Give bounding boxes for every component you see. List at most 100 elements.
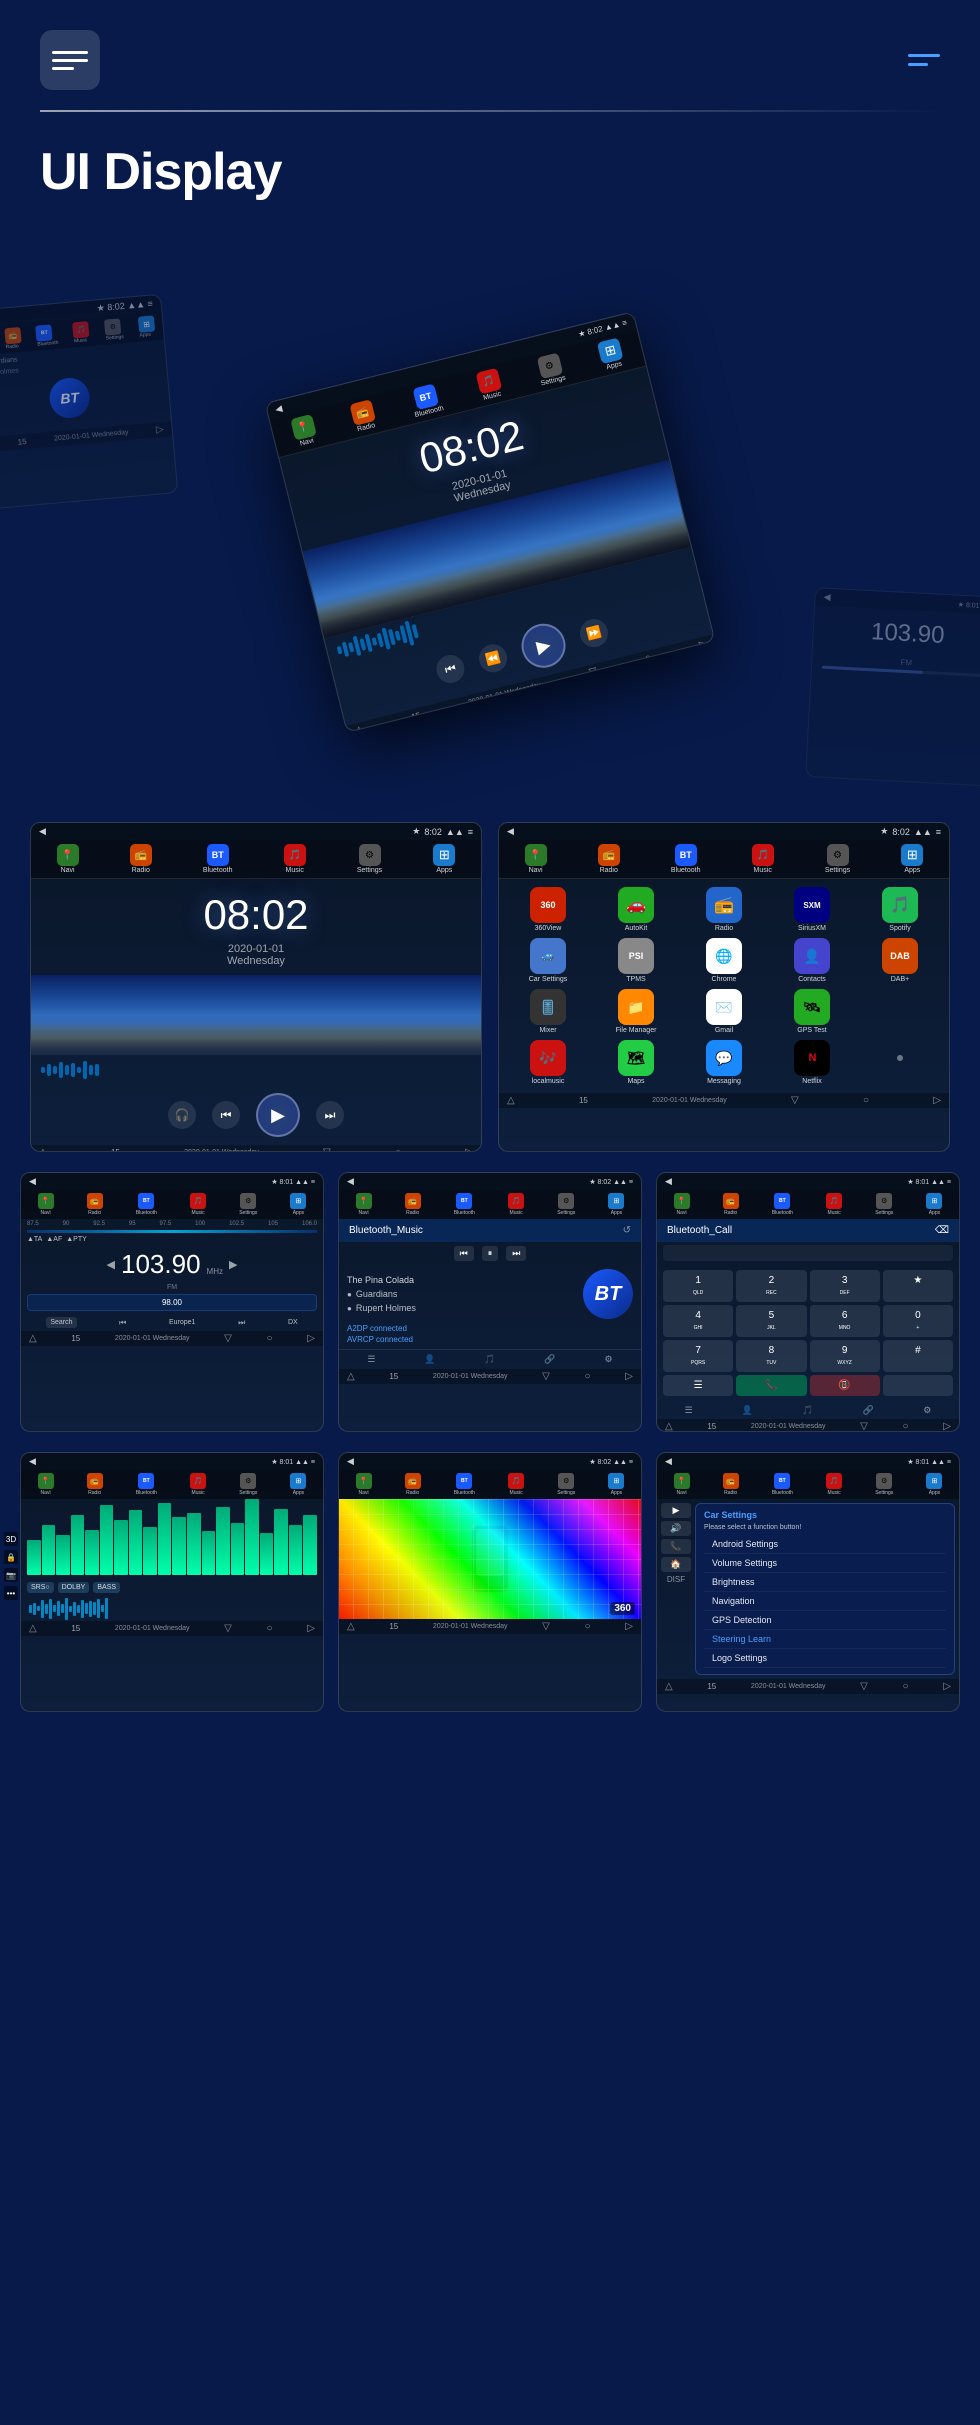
nav-navi-l[interactable]: 📍 Navi	[57, 844, 79, 874]
search-button[interactable]: Search	[46, 1317, 76, 1328]
nav-apps-r[interactable]: ⊞ Apps	[901, 844, 923, 874]
key-3[interactable]: 3DEF	[810, 1270, 880, 1302]
vol-ctrl[interactable]: 🔊	[661, 1521, 691, 1536]
menu-button[interactable]	[40, 30, 100, 90]
app-360view[interactable]: 360 360View	[507, 887, 589, 932]
key-8[interactable]: 8TUV	[736, 1340, 806, 1372]
key-2[interactable]: 2REC	[736, 1270, 806, 1302]
radio-nav[interactable]: 📍Navi 📻Radio BTBluetooth 🎵Music ⚙Setting…	[21, 1190, 323, 1219]
freq-left-arrow[interactable]: ◀	[107, 1258, 115, 1271]
call-input[interactable]	[663, 1245, 953, 1261]
nav-settings[interactable]: ⚙ Settings	[535, 352, 567, 387]
freq-right-arrow[interactable]: ▶	[229, 1258, 237, 1271]
bt-bottom-icons[interactable]: ☰ 👤 🎵 🔗 ⚙	[339, 1349, 641, 1369]
eq-nav[interactable]: 📍Navi 📻Radio BTBluetooth 🎵Music ⚙Setting…	[21, 1470, 323, 1499]
nav-radio-l[interactable]: 📻 Radio	[130, 844, 152, 874]
keypad[interactable]: 1QLD 2REC 3DEF ★ 4GHI 5JKL 6MNO 0+ 7PQRS…	[657, 1264, 959, 1402]
prev-button[interactable]: ⏮	[433, 652, 467, 686]
play-l[interactable]: ▶	[256, 1093, 300, 1137]
nav-bar-apps-right[interactable]: 📍 Navi 📻 Radio BT Bluetooth 🎵 Music ⚙	[499, 840, 949, 879]
phone-ctrl[interactable]: 📞	[661, 1539, 691, 1554]
wave-left	[31, 1055, 481, 1085]
app-chrome[interactable]: 🌐 Chrome	[683, 938, 765, 983]
app-filemanager[interactable]: 📁 File Manager	[595, 989, 677, 1034]
bt-next[interactable]: ⏭	[506, 1246, 526, 1261]
play-ctrl[interactable]: ▶	[661, 1503, 691, 1518]
app-spotify[interactable]: 🎵 Spotify	[859, 887, 941, 932]
nav-music-r[interactable]: 🎵 Music	[752, 844, 774, 874]
app-radio[interactable]: 📻 Radio	[683, 887, 765, 932]
play-button[interactable]: ▶	[517, 619, 570, 672]
app-carsettings[interactable]: 🚙 Car Settings	[507, 938, 589, 983]
bt-prev[interactable]: ⏮	[454, 1246, 474, 1261]
prev-station[interactable]: ⏮	[119, 1318, 126, 1328]
nav-bt-l[interactable]: BT Bluetooth	[203, 844, 233, 874]
app-gmail[interactable]: ✉️ Gmail	[683, 989, 765, 1034]
nav-music[interactable]: 🎵 Music	[475, 368, 504, 402]
setting-steering[interactable]: Steering Learn	[704, 1630, 946, 1649]
prev-l[interactable]: ⏮	[212, 1101, 240, 1129]
bt-play[interactable]: ⏸	[482, 1246, 499, 1261]
contacts-icon[interactable]: ☰	[663, 1375, 733, 1396]
app-contacts[interactable]: 👤 Contacts	[771, 938, 853, 983]
end-call-button[interactable]: 📵	[810, 1375, 880, 1396]
settings-prompt: Please select a function button!	[704, 1524, 946, 1531]
top-right-menu[interactable]	[908, 54, 940, 66]
car-settings-nav[interactable]: 📍Navi 📻Radio BTBluetooth 🎵Music ⚙Setting…	[657, 1470, 959, 1499]
three-col-grid-1: ◀ ★ 8:01 ▲▲ ≡ 📍Navi 📻Radio BTBluetooth 🎵…	[0, 1172, 980, 1432]
key-4[interactable]: 4GHI	[663, 1305, 733, 1337]
nav-radio-r[interactable]: 📻 Radio	[598, 844, 620, 874]
setting-logo[interactable]: Logo Settings	[704, 1649, 946, 1668]
app-gpstest[interactable]: 🛰 GPS Test	[771, 989, 853, 1034]
nav-settings-l[interactable]: ⚙ Settings	[357, 844, 382, 874]
nav-radio[interactable]: 📻 Radio	[349, 399, 378, 433]
key-9[interactable]: 9WXYZ	[810, 1340, 880, 1372]
app-localmusic[interactable]: 🎶 localmusic	[507, 1040, 589, 1085]
nav-apps[interactable]: ⊞ Apps	[597, 337, 626, 371]
nav-music-l[interactable]: 🎵 Music	[284, 844, 306, 874]
key-7[interactable]: 7PQRS	[663, 1340, 733, 1372]
radio-controls[interactable]: Search ⏮ Europe1 ⏭ DX	[21, 1314, 323, 1331]
app-dab[interactable]: DAB DAB+	[859, 938, 941, 983]
nav-bluetooth[interactable]: BT Bluetooth	[409, 383, 445, 419]
backspace-icon[interactable]: ⌫	[935, 1225, 949, 1236]
bt-controls[interactable]: ⏮ ⏸ ⏭	[339, 1242, 641, 1265]
rewind-button[interactable]: ⏪	[476, 641, 510, 675]
nav-navi-r[interactable]: 📍 Navi	[525, 844, 547, 874]
key-0plus[interactable]: 0+	[883, 1305, 953, 1337]
setting-android[interactable]: Android Settings	[704, 1535, 946, 1554]
app-maps[interactable]: 🗺 Maps	[595, 1040, 677, 1085]
next-l[interactable]: ⏭	[316, 1101, 344, 1129]
bt-music-nav[interactable]: 📍Navi 📻Radio BTBluetooth 🎵Music ⚙Setting…	[339, 1190, 641, 1219]
key-hash[interactable]: #	[883, 1340, 953, 1372]
setting-volume[interactable]: Volume Settings	[704, 1554, 946, 1573]
setting-gps[interactable]: GPS Detection	[704, 1611, 946, 1630]
nav-bar-home-left[interactable]: 📍 Navi 📻 Radio BT Bluetooth 🎵 Music ⚙	[31, 840, 481, 879]
key-5[interactable]: 5JKL	[736, 1305, 806, 1337]
app-netflix[interactable]: N Netflix	[771, 1040, 853, 1085]
app-mixer[interactable]: 🎚 Mixer	[507, 989, 589, 1034]
player-left[interactable]: 🎧 ⏮ ▶ ⏭	[31, 1085, 481, 1145]
nav-apps-l[interactable]: ⊞ Apps	[433, 844, 455, 874]
bt-call-bottom-icons[interactable]: ☰ 👤 🎵 🔗 ⚙	[657, 1402, 959, 1419]
key-star[interactable]: ★	[883, 1270, 953, 1302]
nav-bt-r[interactable]: BT Bluetooth	[671, 844, 701, 874]
app-autokit[interactable]: 🚗 AutoKit	[595, 887, 677, 932]
app-messaging[interactable]: 💬 Messaging	[683, 1040, 765, 1085]
media-controls-left[interactable]: ▶ 🔊 📞 🏠 DISF	[661, 1503, 691, 1675]
home-ctrl[interactable]: 🏠	[661, 1557, 691, 1572]
bt-logo: BT	[583, 1269, 633, 1319]
nav-settings-r[interactable]: ⚙ Settings	[825, 844, 850, 874]
forward-button[interactable]: ⏩	[577, 616, 611, 650]
key-6[interactable]: 6MNO	[810, 1305, 880, 1337]
app-tpms[interactable]: PSI TPMS	[595, 938, 677, 983]
nav-navi[interactable]: 📍 Navi	[290, 414, 319, 448]
call-button[interactable]: 📞	[736, 1375, 806, 1396]
setting-navigation[interactable]: Navigation	[704, 1592, 946, 1611]
setting-brightness[interactable]: Brightness	[704, 1573, 946, 1592]
next-station[interactable]: ⏭	[238, 1318, 245, 1328]
app-sirius[interactable]: SXM SiriusXM	[771, 887, 853, 932]
bt-call-nav[interactable]: 📍Navi 📻Radio BTBluetooth 🎵Music ⚙Setting…	[657, 1190, 959, 1219]
camera-nav[interactable]: 📍Navi 📻Radio BTBluetooth 🎵Music ⚙Setting…	[339, 1470, 641, 1499]
key-1[interactable]: 1QLD	[663, 1270, 733, 1302]
